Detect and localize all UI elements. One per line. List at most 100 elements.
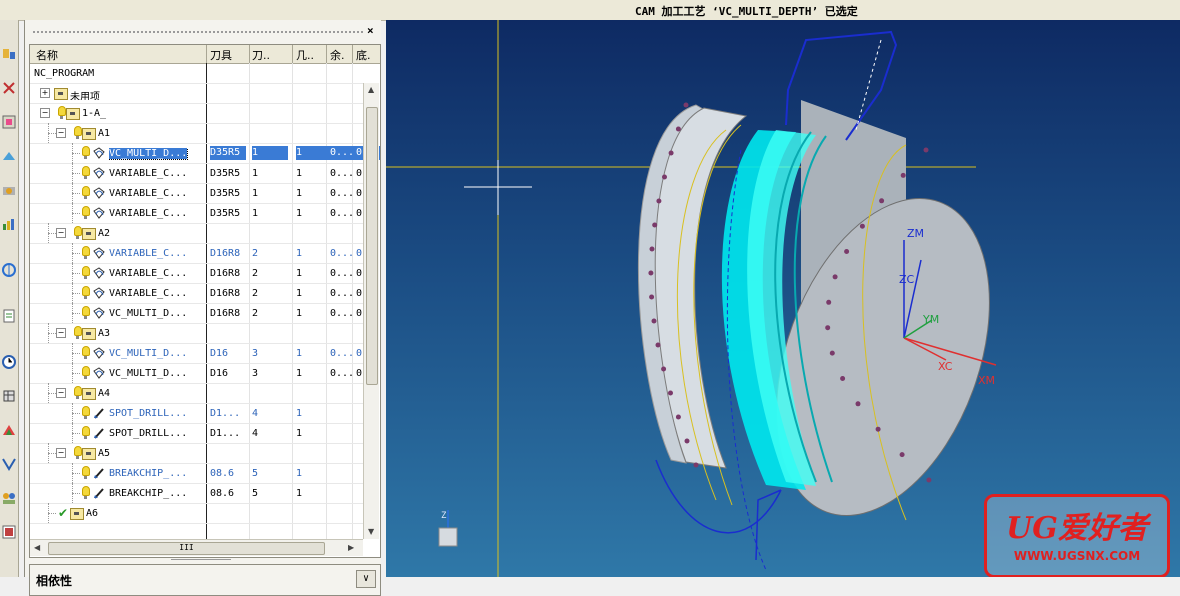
- part-body[interactable]: [629, 98, 1030, 545]
- reuse-library-icon[interactable]: [1, 148, 17, 164]
- tree-operation-row[interactable]: VC_MULTI_D... D16R8 2 1 0... 0: [30, 303, 376, 324]
- variable-contour-op-icon: [93, 167, 105, 179]
- hole-mark: [899, 452, 905, 458]
- zc-label: ZC: [899, 273, 915, 286]
- scroll-up-icon[interactable]: ▲: [368, 85, 374, 94]
- tree-program-node[interactable]: − A2: [30, 223, 376, 244]
- tree-operation-row[interactable]: VARIABLE_C... D16R8 2 1 0... 0: [30, 283, 376, 304]
- scroll-down-icon[interactable]: ▼: [368, 527, 374, 536]
- tree-program-node[interactable]: − A5: [30, 443, 376, 464]
- geometry-cell: 1: [296, 168, 303, 179]
- tree-operation-row[interactable]: VARIABLE_C... D35R5 1 1 0... 0: [30, 163, 376, 184]
- variable-contour-op-icon: [93, 247, 105, 259]
- tree-operation-row[interactable]: VARIABLE_C... D16R8 2 1 0... 0: [30, 243, 376, 264]
- tool-number-cell: 5: [252, 468, 259, 479]
- column-header-geometry[interactable]: 几..: [296, 47, 324, 61]
- column-header-stock[interactable]: 余.: [330, 47, 352, 61]
- tool-number-cell: 3: [252, 368, 259, 379]
- constraint-navigator-icon[interactable]: [1, 80, 17, 96]
- clock-icon[interactable]: [1, 354, 17, 370]
- drill-op-icon: [94, 408, 104, 419]
- column-header-tool-number[interactable]: 刀..: [252, 47, 290, 61]
- tree-program-node[interactable]: ✔ A6: [30, 503, 376, 524]
- tree-operation-row[interactable]: VARIABLE_C... D35R5 1 1 0... 0: [30, 203, 376, 224]
- scroll-left-icon[interactable]: ◀: [34, 543, 40, 552]
- geometry-cell: [296, 108, 332, 120]
- variable-contour-op-icon: [93, 267, 105, 279]
- hole-mark: [855, 401, 861, 407]
- tree-operation-row[interactable]: BREAKCHIP_... 08.6 5 1: [30, 463, 376, 484]
- tree-operation-row[interactable]: VC_MULTI_D... D16 3 1 0... 0: [30, 363, 376, 384]
- tree-program-node[interactable]: − A3: [30, 323, 376, 344]
- system-scenes-icon[interactable]: [1, 524, 17, 540]
- dependencies-panel[interactable]: 相依性 ∨: [29, 564, 381, 596]
- scroll-right-icon[interactable]: ▶: [348, 543, 354, 552]
- hole-mark: [668, 390, 673, 396]
- process-studio-icon[interactable]: [1, 456, 17, 472]
- system-materials-icon[interactable]: [1, 388, 17, 404]
- vertical-scroll-thumb[interactable]: [366, 107, 378, 385]
- column-header-tool[interactable]: 刀具: [210, 47, 248, 61]
- tool-number-cell: [252, 448, 288, 460]
- tree-program-node[interactable]: − 1-A_: [30, 103, 376, 124]
- collapse-icon[interactable]: −: [56, 448, 66, 458]
- tree-program-node[interactable]: − A4: [30, 383, 376, 404]
- collapse-icon[interactable]: −: [56, 128, 66, 138]
- column-header-floor[interactable]: 底.: [356, 47, 376, 61]
- status-message: CAM 加工工艺 ‘VC_MULTI_DEPTH’ 已选定: [635, 5, 858, 18]
- history-palette-icon[interactable]: [1, 308, 17, 324]
- collapse-icon[interactable]: −: [40, 108, 50, 118]
- assembly-navigator-icon[interactable]: [1, 46, 17, 62]
- column-header-name[interactable]: 名称: [36, 47, 206, 61]
- graphics-viewport[interactable]: ZM ZC YM XC XM Z UG爱好者 WWW.UGSNX.COM: [386, 20, 1180, 577]
- hole-mark: [879, 198, 885, 204]
- collapse-icon[interactable]: −: [56, 228, 66, 238]
- tree-group-node[interactable]: + 未用项: [30, 83, 376, 104]
- visualization-icon[interactable]: [1, 422, 17, 438]
- tool-cell: [210, 228, 246, 240]
- operation-tree: 名称 刀具 刀.. 几.. 余. 底. NC_PROGRAM + 未用项 −1-A_ −…: [29, 44, 381, 558]
- tool-cell: [210, 328, 246, 340]
- part-navigator-icon[interactable]: [1, 114, 17, 130]
- tool-number-cell: 3: [252, 348, 259, 359]
- xm-label: XM: [978, 374, 995, 387]
- tool-cell: D35R5: [210, 168, 241, 179]
- hd3d-tools-icon[interactable]: [1, 182, 17, 198]
- roles-icon[interactable]: [1, 490, 17, 506]
- tool-cell: 08.6: [210, 488, 235, 499]
- collapse-icon[interactable]: −: [56, 328, 66, 338]
- tool-cell: [210, 128, 246, 140]
- expand-icon[interactable]: +: [40, 88, 50, 98]
- view-triad-icon[interactable]: Z: [438, 510, 458, 547]
- horizontal-scroll-thumb[interactable]: III: [48, 542, 325, 555]
- tree-operation-row[interactable]: VARIABLE_C... D35R5 1 1 0... 0: [30, 183, 376, 204]
- drill-op-icon: [94, 428, 104, 439]
- tree-root-node[interactable]: NC_PROGRAM: [30, 63, 376, 84]
- tree-operation-row[interactable]: VARIABLE_C... D16R8 2 1 0... 0: [30, 263, 376, 284]
- tree-operation-row[interactable]: SPOT_DRILL... D1... 4 1: [30, 423, 376, 444]
- status-bulb-icon: [74, 386, 82, 399]
- tool-number-cell: [252, 88, 288, 100]
- tree-operation-row[interactable]: VC_MULTI_D... D35R5 1 1 0... 0: [30, 143, 380, 164]
- vertical-scrollbar[interactable]: ▲ ▼: [363, 83, 379, 539]
- status-bulb-icon: [82, 146, 90, 159]
- web-browser-icon[interactable]: [1, 262, 17, 278]
- chevron-down-icon[interactable]: ∨: [356, 570, 376, 588]
- triad-z-label: Z: [441, 511, 447, 521]
- operation-navigator-icon[interactable]: [1, 216, 17, 232]
- close-icon[interactable]: ×: [367, 24, 374, 37]
- horizontal-scrollbar[interactable]: ◀ III ▶: [30, 539, 363, 556]
- tree-item-label: VARIABLE_C...: [109, 248, 188, 259]
- dependencies-title: 相依性: [36, 574, 73, 588]
- tree-operation-row[interactable]: SPOT_DRILL... D1... 4 1: [30, 403, 376, 424]
- collapse-icon[interactable]: −: [56, 388, 66, 398]
- tree-program-node[interactable]: − A1: [30, 123, 376, 144]
- tree-item-label: SPOT_DRILL...: [109, 428, 188, 439]
- variable-contour-op-icon: [93, 207, 105, 219]
- program-folder-icon: [82, 388, 96, 400]
- status-bulb-icon: [58, 106, 66, 119]
- tree-operation-row[interactable]: BREAKCHIP_... 08.6 5 1: [30, 483, 376, 504]
- tree-operation-row[interactable]: VC_MULTI_D... D16 3 1 0... 0: [30, 343, 376, 364]
- navigator-grip[interactable]: [33, 31, 363, 33]
- status-bulb-icon: [82, 466, 90, 479]
